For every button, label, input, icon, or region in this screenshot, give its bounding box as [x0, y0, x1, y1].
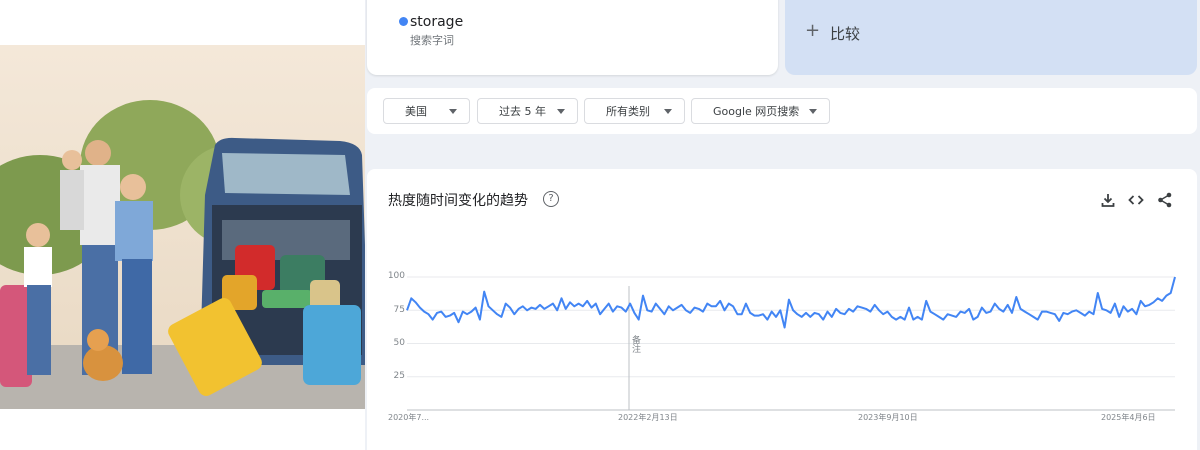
category-filter-dropdown[interactable]: 所有类别: [584, 98, 685, 124]
filter-bar: 美国 过去 5 年 所有类别 Google 网页搜索: [367, 88, 1197, 134]
x-tick-label: 2022年2月13日: [618, 413, 678, 422]
search-type-filter-dropdown[interactable]: Google 网页搜索: [691, 98, 830, 124]
note-marker-label: 备注: [630, 335, 640, 353]
family-car-photo-drawing: [0, 45, 365, 409]
compare-button[interactable]: + 比较: [785, 0, 1197, 75]
category-filter-label: 所有类别: [606, 105, 650, 118]
trend-line-chart: [406, 276, 1176, 411]
x-tick-label: 2025年4月6日: [1101, 413, 1156, 422]
chevron-down-icon: [664, 109, 672, 114]
plus-icon: +: [805, 20, 821, 41]
family-car-photo: [0, 45, 365, 409]
y-tick-label: 75: [393, 305, 405, 315]
interest-over-time-card: 热度随时间变化的趋势 ? 备注 100 75 50 25 2020年7... 2…: [367, 169, 1197, 450]
y-tick-label: 100: [387, 271, 405, 281]
region-filter-dropdown[interactable]: 美国: [383, 98, 470, 124]
search-type-filter-label: Google 网页搜索: [713, 105, 800, 118]
chevron-down-icon: [809, 109, 817, 114]
chevron-down-icon: [557, 109, 565, 114]
compare-label: 比较: [830, 25, 861, 43]
time-range-filter-dropdown[interactable]: 过去 5 年: [477, 98, 578, 124]
y-tick-label: 25: [393, 371, 405, 381]
search-term-subtitle: 搜索字词: [410, 34, 454, 47]
time-range-filter-label: 过去 5 年: [499, 105, 546, 118]
trend-series-line: [406, 276, 1176, 329]
chevron-down-icon: [449, 109, 457, 114]
search-term-label: storage: [410, 14, 464, 30]
y-tick-label: 50: [393, 338, 405, 348]
x-tick-label: 2023年9月10日: [858, 413, 918, 422]
series-color-dot: [399, 17, 408, 26]
screenshot-root: storage 搜索字词 + 比较 美国 过去 5 年 所有类别 Google …: [0, 0, 1200, 450]
x-tick-label: 2020年7...: [388, 413, 430, 422]
search-term-card[interactable]: storage 搜索字词: [367, 0, 778, 75]
region-filter-label: 美国: [405, 105, 427, 118]
trends-panel: storage 搜索字词 + 比较 美国 过去 5 年 所有类别 Google …: [365, 0, 1200, 450]
